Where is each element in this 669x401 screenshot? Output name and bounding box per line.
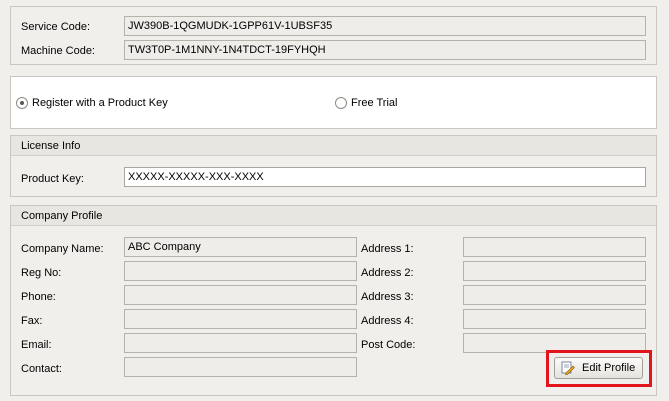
product-key-radio[interactable] (16, 97, 28, 109)
service-code-field[interactable]: JW390B-1QGMUDK-1GPP61V-1UBSF35 (124, 16, 646, 36)
free-trial-radio[interactable] (335, 97, 347, 109)
address-2-field[interactable] (463, 261, 646, 281)
edit-profile-button[interactable]: Edit Profile (554, 357, 643, 379)
address-4-label: Address 4: (361, 315, 414, 327)
license-info-title: License Info (11, 136, 656, 156)
post-code-field[interactable] (463, 333, 646, 353)
company-profile-title: Company Profile (11, 206, 656, 226)
license-info-panel: License Info Product Key: XXXXX-XXXXX-XX… (10, 135, 657, 197)
product-key-option-label: Register with a Product Key (32, 97, 168, 109)
reg-no-field[interactable] (124, 261, 357, 281)
address-1-field[interactable] (463, 237, 646, 257)
contact-field[interactable] (124, 357, 357, 377)
free-trial-option-label: Free Trial (351, 97, 398, 109)
address-3-label: Address 3: (361, 291, 414, 303)
product-key-label: Product Key: (21, 173, 84, 185)
email-label: Email: (21, 339, 52, 351)
address-3-field[interactable] (463, 285, 646, 305)
address-4-field[interactable] (463, 309, 646, 329)
fax-label: Fax: (21, 315, 43, 327)
reg-no-label: Reg No: (21, 267, 62, 279)
register-product-key-option[interactable]: Register with a Product Key (16, 96, 216, 110)
registration-option-panel: Register with a Product Key Free Trial (10, 76, 657, 129)
contact-label: Contact: (21, 363, 62, 375)
codes-panel: Service Code: JW390B-1QGMUDK-1GPP61V-1UB… (10, 6, 657, 65)
phone-label: Phone: (21, 291, 56, 303)
company-name-label: Company Name: (21, 243, 104, 255)
fax-field[interactable] (124, 309, 357, 329)
post-code-label: Post Code: (361, 339, 416, 351)
machine-code-label: Machine Code: (21, 45, 95, 57)
address-2-label: Address 2: (361, 267, 414, 279)
address-1-label: Address 1: (361, 243, 414, 255)
email-field[interactable] (124, 333, 357, 353)
company-name-field[interactable]: ABC Company (124, 237, 357, 257)
product-key-input[interactable]: XXXXX-XXXXX-XXX-XXXX (124, 167, 646, 187)
service-code-label: Service Code: (21, 21, 91, 33)
phone-field[interactable] (124, 285, 357, 305)
edit-profile-icon (561, 361, 575, 376)
machine-code-field[interactable]: TW3T0P-1M1NNY-1N4TDCT-19FYHQH (124, 40, 646, 60)
edit-profile-label: Edit Profile (582, 362, 636, 374)
free-trial-option[interactable]: Free Trial (335, 96, 455, 110)
